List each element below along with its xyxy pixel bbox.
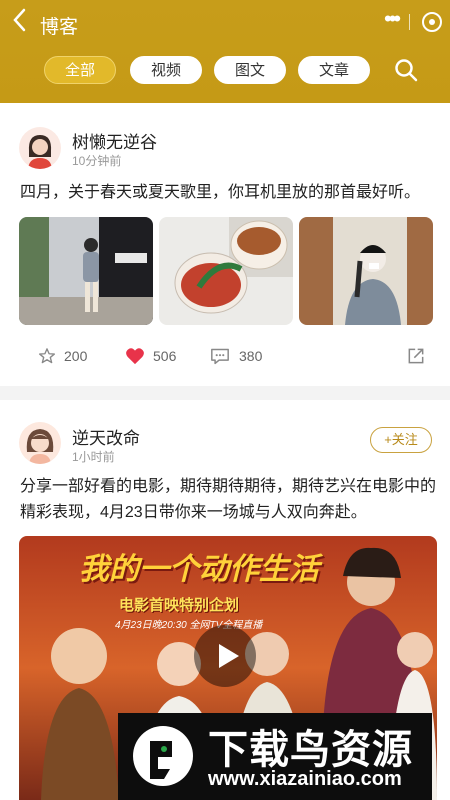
like-count: 506 [153,348,177,364]
share-icon[interactable] [406,345,434,367]
top-header: 博客 ••• 全部 视频 图文 文章 [0,0,450,103]
post-text: 四月，关于春天或夏天歌里，你耳机里放的那首最好听。 [20,184,421,201]
heart-icon [126,348,144,365]
close-miniprogram-icon[interactable] [422,12,442,32]
author-avatar[interactable] [19,422,61,464]
play-icon[interactable] [194,625,256,687]
favorite-count: 200 [64,348,88,364]
back-arrow-icon[interactable] [12,8,36,36]
page-title: 博客 [40,17,79,38]
section-divider [0,386,450,400]
author-name[interactable]: 逆天改命 [72,424,140,449]
post-image[interactable] [19,217,153,325]
post-time: 1小时前 [72,450,115,464]
watermark-title: 下载鸟资源 [208,728,413,772]
tab-article[interactable]: 文章 [298,56,370,84]
video-title-art: 我的一个动作生活 [79,553,319,586]
watermark-url: www.xiazainiao.com [208,768,402,790]
star-icon [38,348,56,364]
author-name[interactable]: 树懒无逆谷 [72,128,157,153]
comment-button[interactable]: 380 [209,345,262,367]
post-text: 分享一部好看的电影，期待期待期待，期待艺兴在电影中的精彩表现，4月23日带你来一… [20,478,437,521]
post-image[interactable] [299,217,433,325]
video-subtitle: 电影首映特别企划 [119,597,240,614]
tab-video[interactable]: 视频 [130,56,202,84]
tab-image-text[interactable]: 图文 [214,56,286,84]
post-image[interactable] [159,217,293,325]
comment-icon [211,348,229,365]
like-button[interactable]: 506 [125,345,176,367]
post-time: 10分钟前 [72,154,122,168]
search-icon[interactable] [392,56,420,84]
follow-button[interactable]: +关注 [370,427,432,453]
watermark-banner: 下载鸟资源 www.xiazainiao.com [118,713,432,800]
favorite-button[interactable]: 200 [38,345,87,367]
author-avatar[interactable] [19,127,61,169]
comment-count: 380 [239,348,263,364]
tab-all[interactable]: 全部 [44,56,116,84]
more-options-icon[interactable]: ••• [384,6,401,32]
capsule-divider [409,14,410,30]
bird-logo-icon [128,721,198,791]
